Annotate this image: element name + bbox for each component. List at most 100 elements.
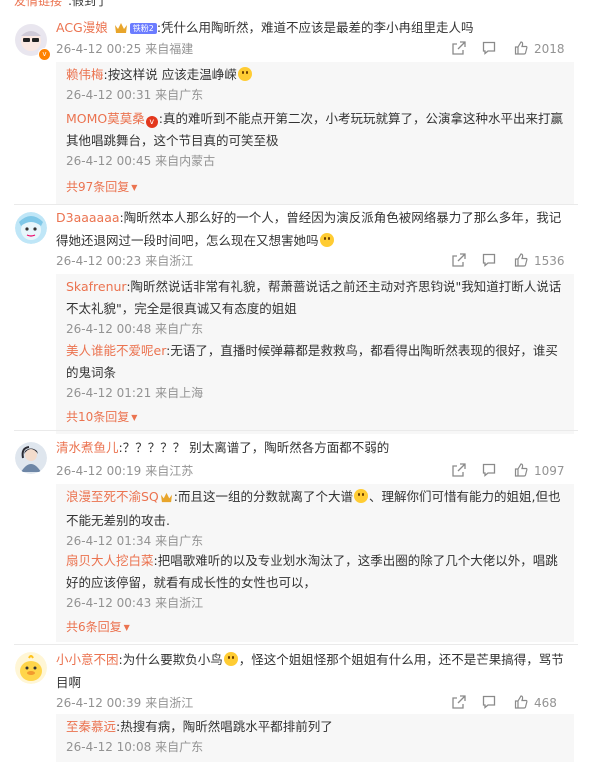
reply-item: 美人谁能不爱呢er:无语了，直播时候弹幕都是救救鸟，都看得出陶昕然表现的很好，谁… <box>66 340 566 402</box>
comment-username[interactable]: ACG漫娘 <box>56 20 108 35</box>
comment-actions: 468 <box>452 694 572 712</box>
like-count: 1536 <box>534 254 565 268</box>
comment-date: 26-4-12 00:39 <box>56 696 142 710</box>
reply-location: 来自浙江 <box>155 596 204 610</box>
avatar[interactable] <box>15 442 47 474</box>
caret-down-icon: ▼ <box>131 413 138 422</box>
comment-text: :陶昕然本人那么好的一个人，曾经因为演反派角色被网络暴力了那么多年，我记得她还退… <box>56 210 562 248</box>
crown-icon <box>114 18 128 41</box>
comment-icon[interactable] <box>482 463 496 477</box>
like-icon[interactable] <box>514 463 528 477</box>
reply-item: MOMO莫莫桑 v:真的难听到不能点开第二次，小考玩玩就算了，公演拿这种水平出来打… <box>66 108 566 170</box>
reply-location: 来自上海 <box>155 386 204 400</box>
reply-item: Skafrenur:陶昕然说话非常有礼貌，帮萧蔷说话之前还主动对齐思钧说"我知道… <box>66 276 566 338</box>
comment-date: 26-4-12 00:23 <box>56 254 142 268</box>
reply-username[interactable]: MOMO莫莫桑 <box>66 111 145 126</box>
comment-username[interactable]: 清水煮鱼儿 <box>56 440 119 455</box>
more-replies-link[interactable]: 共10条回复 ▼ <box>66 408 137 427</box>
more-replies-label: 共10条回复 <box>66 410 130 424</box>
more-replies-link[interactable]: 共97条回复 ▼ <box>66 178 137 197</box>
reply-panel: 至秦慕远:热搜有病，陶昕然唱跳水平都排前列了 26-4-12 10:08 来自广… <box>56 714 574 762</box>
reply-meta: 26-4-12 00:45 来自内蒙古 <box>66 152 566 170</box>
reply-item: 至秦慕远:热搜有病，陶昕然唱跳水平都排前列了 26-4-12 10:08 来自广… <box>66 716 566 756</box>
divider <box>14 204 578 205</box>
emoji-icon <box>354 489 368 503</box>
like-count: 468 <box>534 696 557 710</box>
more-replies-label: 共6条回复 <box>66 620 122 634</box>
emoji-icon <box>319 233 334 247</box>
reply-meta: 26-4-12 01:21 来自上海 <box>66 384 566 402</box>
share-icon[interactable] <box>452 695 466 709</box>
reply-item: 浪漫至死不渝SQ:而且这一组的分数就离了个大谱 、理解你们可惜有能力的姐姐,但也不… <box>66 486 566 550</box>
comment-icon[interactable] <box>482 695 496 709</box>
cutoff-username[interactable]: 友情链接 <box>14 0 62 8</box>
reply-meta: 26-4-12 00:43 来自浙江 <box>66 594 566 612</box>
like-icon[interactable] <box>514 41 528 55</box>
reply-meta: 26-4-12 00:48 来自广东 <box>66 320 566 338</box>
comment-body: 小小意不困:为什么要欺负小鸟 ，怪这个姐姐怪那个姐姐有什么用，还不是芒果搞得，骂节… <box>56 648 568 694</box>
comment-meta: 26-4-12 00:39 来自浙江 <box>56 694 193 712</box>
reply-username[interactable]: Skafrenur <box>66 279 126 294</box>
reply-text: :热搜有病，陶昕然唱跳水平都排前列了 <box>116 719 333 734</box>
comment-date: 26-4-12 00:25 <box>56 42 142 56</box>
reply-panel: 浪漫至死不渝SQ:而且这一组的分数就离了个大谱 、理解你们可惜有能力的姐姐,但也不… <box>56 484 574 642</box>
previous-reply-cutoff: 友情链接 :假到了 <box>0 0 592 8</box>
caret-down-icon: ▼ <box>131 183 138 192</box>
comment-text: :为什么要欺负小鸟 <box>118 652 223 667</box>
avatar[interactable] <box>15 652 47 684</box>
more-replies-link[interactable]: 共6条回复 ▼ <box>66 618 130 637</box>
comment-username[interactable]: D3aaaaaa <box>56 210 120 225</box>
reply-meta: 26-4-12 00:31 来自广东 <box>66 86 566 104</box>
reply-item: 扇贝大人挖白菜:把唱歌难听的以及专业划水淘汰了，这季出圈的除了几个大佬以外，唱跳… <box>66 550 566 612</box>
divider <box>14 644 578 645</box>
verified-badge: v <box>38 48 51 61</box>
share-icon[interactable] <box>452 463 466 477</box>
reply-item: 赖伟梅:按这样说 应该走温峥嵘 26-4-12 00:31 来自广东 <box>66 64 566 104</box>
comment-actions: 1097 <box>452 462 572 480</box>
emoji-icon <box>237 67 252 81</box>
share-icon[interactable] <box>452 41 466 55</box>
reply-text: :陶昕然说话非常有礼貌，帮萧蔷说话之前还主动对齐思钧说"我知道打断人说话不太礼貌… <box>66 279 562 316</box>
comment-username[interactable]: 小小意不困 <box>56 652 119 667</box>
comment-meta: 26-4-12 00:19 来自江苏 <box>56 462 193 480</box>
like-icon[interactable] <box>514 253 528 267</box>
reply-username[interactable]: 扇贝大人挖白菜 <box>66 553 154 568</box>
comment-body: D3aaaaaa:陶昕然本人那么好的一个人，曾经因为演反派角色被网络暴力了那么多… <box>56 206 568 252</box>
reply-username[interactable]: 美人谁能不爱呢er <box>66 343 166 358</box>
fan-badge: 铁粉2 <box>129 23 157 34</box>
reply-meta: 26-4-12 10:08 来自广东 <box>66 738 566 756</box>
reply-panel: Skafrenur:陶昕然说话非常有礼貌，帮萧蔷说话之前还主动对齐思钧说"我知道… <box>56 274 574 434</box>
cutoff-text: :假到了 <box>68 0 109 8</box>
reply-date: 26-4-12 00:45 <box>66 154 152 168</box>
caret-down-icon: ▼ <box>123 623 130 632</box>
reply-location: 来自广东 <box>155 740 204 754</box>
comment-body: ACG漫娘 铁粉2:凭什么用陶昕然，难道不应该是最差的李小冉组里走人吗 <box>56 16 568 41</box>
more-replies-label: 共97条回复 <box>66 180 130 194</box>
comment-text: :凭什么用陶昕然，难道不应该是最差的李小冉组里走人吗 <box>156 20 474 35</box>
reply-username[interactable]: 赖伟梅 <box>66 67 104 82</box>
comment-actions: 2018 <box>452 40 572 58</box>
reply-location: 来自广东 <box>155 534 204 548</box>
comment-date: 26-4-12 00:19 <box>56 464 142 478</box>
like-count: 1097 <box>534 464 565 478</box>
comment-meta: 26-4-12 00:25 来自福建 <box>56 40 193 58</box>
comment-location: 来自福建 <box>145 42 194 56</box>
comment-location: 来自浙江 <box>145 254 194 268</box>
comment-text: :？？？？？ 别太离谱了，陶昕然各方面都不弱的 <box>118 440 390 455</box>
comment-icon[interactable] <box>482 253 496 267</box>
reply-panel: 赖伟梅:按这样说 应该走温峥嵘 26-4-12 00:31 来自广东 MOMO莫… <box>56 62 574 204</box>
reply-date: 26-4-12 00:31 <box>66 88 152 102</box>
comment-location: 来自江苏 <box>145 464 194 478</box>
avatar[interactable] <box>15 212 47 244</box>
reply-date: 26-4-12 01:34 <box>66 534 152 548</box>
like-count: 2018 <box>534 42 565 56</box>
share-icon[interactable] <box>452 253 466 267</box>
reply-date: 26-4-12 10:08 <box>66 740 152 754</box>
reply-username[interactable]: 浪漫至死不渝SQ <box>66 489 159 504</box>
comment-icon[interactable] <box>482 41 496 55</box>
like-icon[interactable] <box>514 695 528 709</box>
crown-icon <box>160 488 173 510</box>
reply-location: 来自广东 <box>155 322 204 336</box>
reply-username[interactable]: 至秦慕远 <box>66 719 116 734</box>
emoji-icon <box>223 652 238 666</box>
